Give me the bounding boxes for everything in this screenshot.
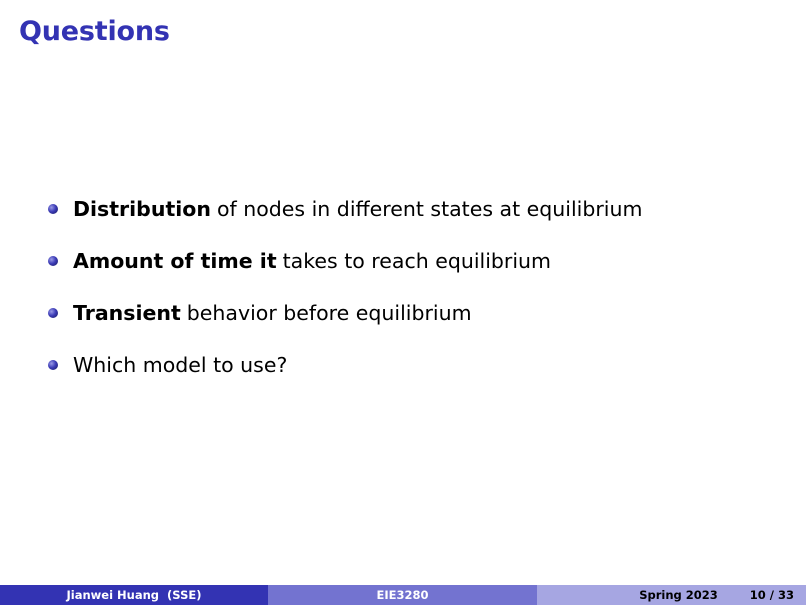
bullet-item-which-model: Which model to use? (48, 352, 642, 378)
footer-date: Spring 2023 (639, 588, 718, 602)
bullet-item-amount-of-time: Amount of time it takes to reach equilib… (48, 248, 642, 274)
bullet-item-transient: Transient behavior before equilibrium (48, 300, 642, 326)
bullet-text: of nodes in different states at equilibr… (216, 197, 643, 221)
bullet-emphasis: Distribution (73, 197, 211, 221)
bullet-emphasis: Amount of time it (73, 249, 277, 273)
bullet-text: behavior before equilibrium (186, 301, 472, 325)
footer-author: Jianwei Huang (SSE) (0, 585, 268, 605)
slide-title: Questions (19, 16, 170, 47)
bullet-list: Distribution of nodes in different state… (48, 196, 642, 404)
bullet-emphasis: Transient (73, 301, 181, 325)
page-number: 10 / 33 (749, 588, 794, 602)
footer-author-text: Jianwei Huang (SSE) (66, 588, 202, 602)
footer-course: EIE3280 (268, 585, 537, 605)
footer-bar: Jianwei Huang (SSE) EIE3280 Spring 2023 … (0, 585, 806, 605)
bullet-point-icon (48, 204, 58, 214)
bullet-point-icon (48, 360, 58, 370)
bullet-point-icon (48, 256, 58, 266)
bullet-text: takes to reach equilibrium (282, 249, 552, 273)
footer-course-text: EIE3280 (376, 588, 429, 602)
bullet-point-icon (48, 308, 58, 318)
bullet-item-distribution: Distribution of nodes in different state… (48, 196, 642, 222)
bullet-text: Which model to use? (73, 353, 288, 377)
footer-date-page: Spring 2023 10 / 33 (537, 585, 806, 605)
